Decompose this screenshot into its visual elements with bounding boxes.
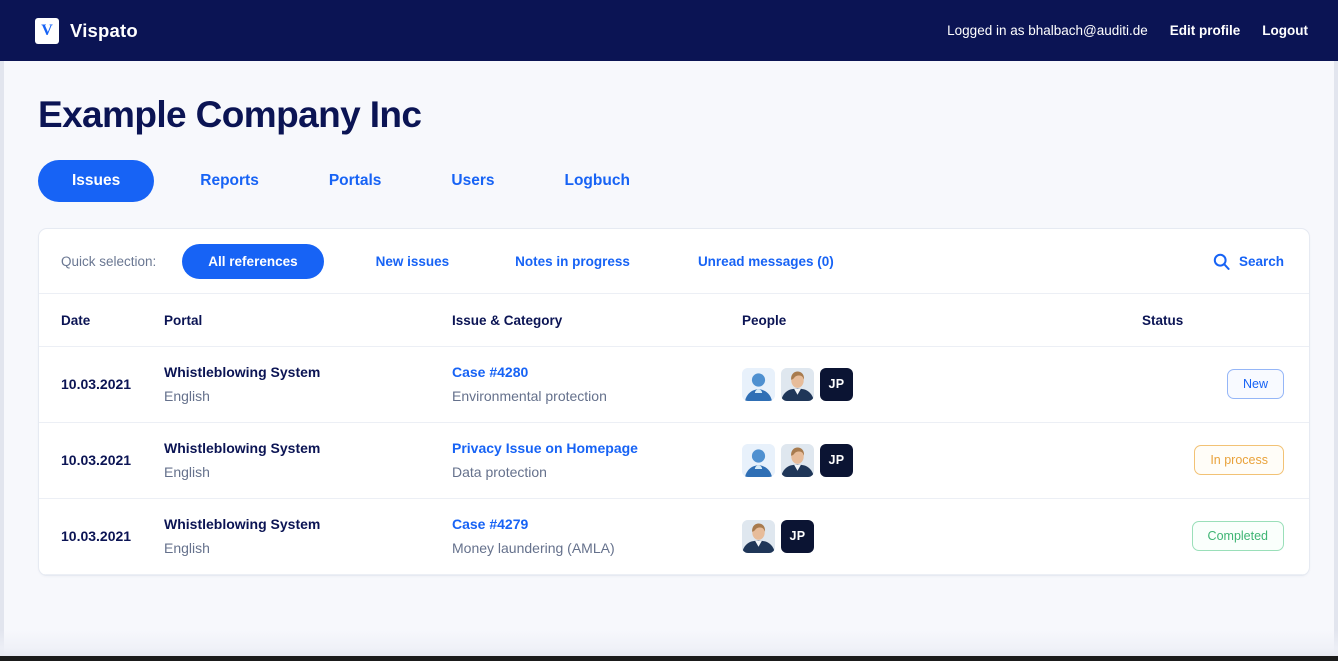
logout-link[interactable]: Logout	[1262, 23, 1308, 38]
search-icon	[1213, 253, 1230, 270]
row-issue-category: Money laundering (AMLA)	[452, 540, 742, 556]
cell-portal: Whistleblowing System English	[164, 499, 452, 575]
quick-selection-bar: Quick selection: All references New issu…	[39, 229, 1309, 294]
initials-avatar[interactable]: JP	[781, 520, 814, 553]
row-portal-name: Whistleblowing System	[164, 364, 452, 380]
quick-filter-notes-in-progress[interactable]: Notes in progress	[497, 244, 648, 279]
photo-avatar-person-icon[interactable]	[781, 368, 814, 401]
cell-status: Completed	[1142, 499, 1309, 575]
people-avatar-group: JP	[742, 368, 1142, 401]
issues-table: Date Portal Issue & Category People Stat…	[39, 294, 1309, 575]
column-header-date[interactable]: Date	[39, 294, 164, 347]
column-header-people[interactable]: People	[742, 294, 1142, 347]
row-issue-category: Data protection	[452, 464, 742, 480]
issues-table-header: Date Portal Issue & Category People Stat…	[39, 294, 1309, 347]
quick-filter-unread-messages[interactable]: Unread messages (0)	[680, 244, 852, 279]
initials-avatar[interactable]: JP	[820, 444, 853, 477]
cell-issue: Case #4280 Environmental protection	[452, 347, 742, 423]
status-badge: Completed	[1192, 521, 1284, 551]
table-row[interactable]: 10.03.2021 Whistleblowing System English…	[39, 347, 1309, 423]
row-issue-link[interactable]: Privacy Issue on Homepage	[452, 440, 742, 456]
cell-date: 10.03.2021	[39, 423, 164, 499]
page-body: Example Company Inc Issues Reports Porta…	[0, 61, 1338, 661]
cell-portal: Whistleblowing System English	[164, 423, 452, 499]
viewport-right-edge	[1334, 61, 1338, 656]
column-header-status[interactable]: Status	[1142, 294, 1309, 347]
photo-avatar-silhouette-icon[interactable]	[742, 444, 775, 477]
logged-in-status: Logged in as bhalbach@auditi.de	[947, 23, 1148, 38]
top-navigation-actions: Logged in as bhalbach@auditi.de Edit pro…	[947, 23, 1308, 38]
search-button-label: Search	[1239, 254, 1284, 269]
top-navigation-bar: V Vispato Logged in as bhalbach@auditi.d…	[0, 0, 1338, 61]
photo-avatar-person-icon[interactable]	[742, 520, 775, 553]
cell-people: JP	[742, 499, 1142, 575]
app-screen: V Vispato Logged in as bhalbach@auditi.d…	[0, 0, 1338, 661]
cell-issue: Privacy Issue on Homepage Data protectio…	[452, 423, 742, 499]
status-badge: New	[1227, 369, 1284, 399]
cell-date: 10.03.2021	[39, 347, 164, 423]
row-portal-name: Whistleblowing System	[164, 516, 452, 532]
vispato-logo-icon: V	[35, 18, 59, 44]
photo-avatar-silhouette-icon[interactable]	[742, 368, 775, 401]
issues-card: Quick selection: All references New issu…	[38, 228, 1310, 576]
main-tab-bar: Issues Reports Portals Users Logbuch	[38, 160, 1310, 202]
cell-date: 10.03.2021	[39, 499, 164, 575]
row-date: 10.03.2021	[61, 528, 164, 544]
quick-filter-all-references[interactable]: All references	[182, 244, 323, 279]
column-header-portal[interactable]: Portal	[164, 294, 452, 347]
tab-users[interactable]: Users	[429, 160, 516, 202]
initials-avatar[interactable]: JP	[820, 368, 853, 401]
tab-portals[interactable]: Portals	[307, 160, 404, 202]
row-portal-language: English	[164, 540, 452, 556]
row-issue-link[interactable]: Case #4280	[452, 364, 742, 380]
table-header-row: Date Portal Issue & Category People Stat…	[39, 294, 1309, 347]
row-date: 10.03.2021	[61, 452, 164, 468]
brand-logo-link[interactable]: V Vispato	[35, 18, 138, 44]
people-avatar-group: JP	[742, 520, 1142, 553]
tab-logbuch[interactable]: Logbuch	[543, 160, 652, 202]
search-button[interactable]: Search	[1213, 253, 1284, 270]
quick-filter-new-issues[interactable]: New issues	[358, 244, 468, 279]
row-portal-language: English	[164, 464, 452, 480]
cell-status: In process	[1142, 423, 1309, 499]
row-issue-link[interactable]: Case #4279	[452, 516, 742, 532]
cell-portal: Whistleblowing System English	[164, 347, 452, 423]
issues-table-body: 10.03.2021 Whistleblowing System English…	[39, 347, 1309, 575]
column-header-issue[interactable]: Issue & Category	[452, 294, 742, 347]
tab-reports[interactable]: Reports	[178, 160, 281, 202]
cell-status: New	[1142, 347, 1309, 423]
row-date: 10.03.2021	[61, 376, 164, 392]
row-portal-language: English	[164, 388, 452, 404]
cell-people: JP	[742, 347, 1142, 423]
cell-issue: Case #4279 Money laundering (AMLA)	[452, 499, 742, 575]
page-title: Example Company Inc	[38, 61, 1310, 136]
status-badge: In process	[1194, 445, 1284, 475]
table-row[interactable]: 10.03.2021 Whistleblowing System English…	[39, 499, 1309, 575]
brand-name: Vispato	[70, 20, 138, 42]
tab-issues[interactable]: Issues	[38, 160, 154, 202]
cell-people: JP	[742, 423, 1142, 499]
row-portal-name: Whistleblowing System	[164, 440, 452, 456]
photo-avatar-person-icon[interactable]	[781, 444, 814, 477]
table-row[interactable]: 10.03.2021 Whistleblowing System English…	[39, 423, 1309, 499]
edit-profile-link[interactable]: Edit profile	[1170, 23, 1241, 38]
quick-selection-label: Quick selection:	[61, 254, 156, 269]
window-bottom-bar	[0, 656, 1338, 661]
people-avatar-group: JP	[742, 444, 1142, 477]
row-issue-category: Environmental protection	[452, 388, 742, 404]
viewport-left-edge	[0, 61, 4, 656]
